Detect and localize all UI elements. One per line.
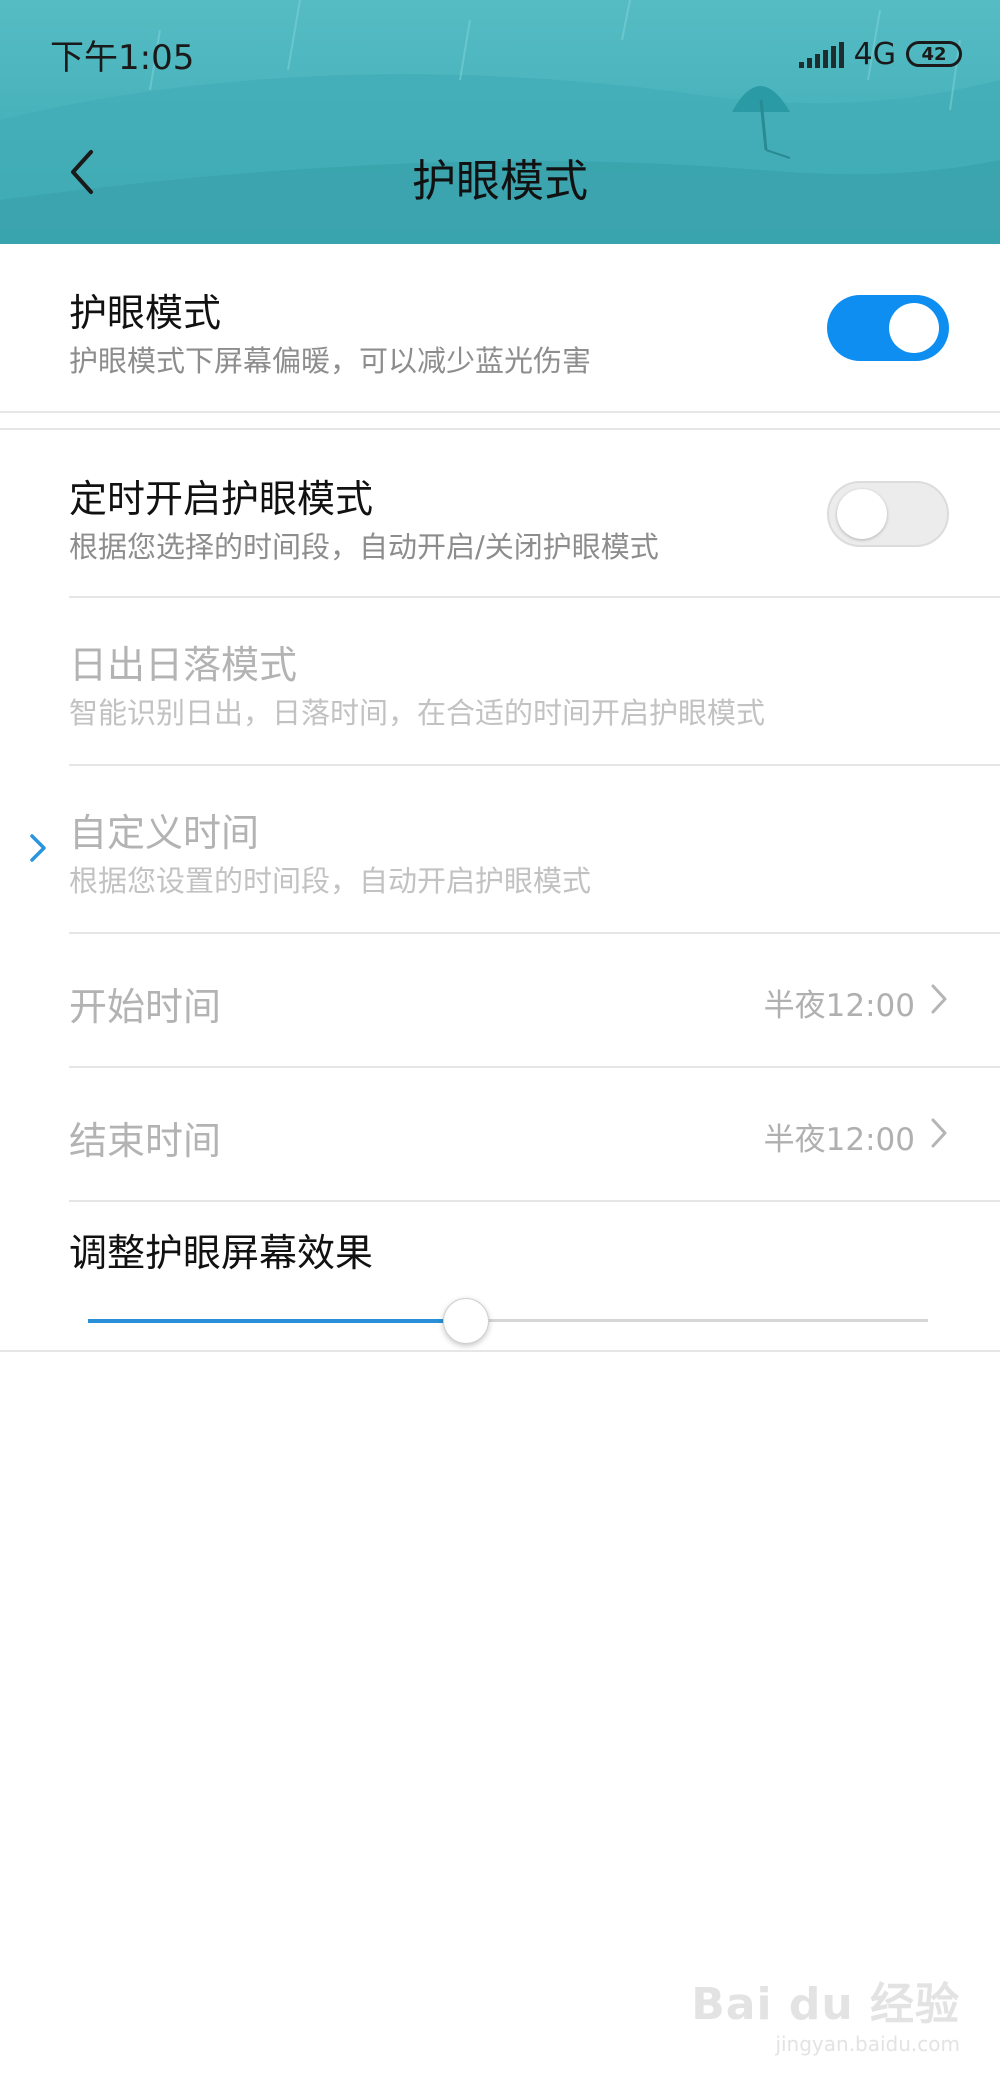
schedule-row[interactable]: 定时开启护眼模式 根据您选择的时间段，自动开启/关闭护眼模式 (0, 430, 1000, 596)
end-time-value: 半夜12:00 (763, 1122, 915, 1158)
start-time-value: 半夜12:00 (763, 988, 915, 1024)
effect-label: 调整护眼屏幕效果 (69, 1231, 374, 1275)
chevron-right-icon (931, 1118, 947, 1148)
custom-time-row[interactable]: 自定义时间 根据您设置的时间段，自动开启护眼模式 (0, 766, 1000, 932)
battery-level: 42 (921, 43, 947, 65)
page-title: 护眼模式 (412, 156, 588, 207)
end-time-row[interactable]: 结束时间 半夜12:00 (0, 1068, 1000, 1200)
sunrise-sunset-row[interactable]: 日出日落模式 智能识别日出，日落时间，在合适的时间开启护眼模式 (0, 598, 1000, 764)
schedule-title: 定时开启护眼模式 (69, 477, 374, 521)
eye-mode-row[interactable]: 护眼模式 护眼模式下屏幕偏暖，可以减少蓝光伤害 (0, 244, 1000, 412)
divider (0, 411, 1000, 413)
eye-mode-title: 护眼模式 (69, 291, 222, 335)
watermark: Bai du 经验 jingyan.baidu.com (691, 1968, 960, 2056)
watermark-brand: Bai du 经验 (691, 1979, 960, 2030)
watermark-url: jingyan.baidu.com (775, 2032, 960, 2056)
network-type: 4G (853, 36, 896, 72)
slider-thumb[interactable] (443, 1298, 489, 1344)
effect-row: 调整护眼屏幕效果 (0, 1202, 1000, 1352)
signal-icon (798, 40, 844, 68)
start-time-label: 开始时间 (69, 985, 222, 1029)
schedule-toggle[interactable] (827, 481, 949, 547)
sunrise-sunset-title: 日出日落模式 (69, 643, 298, 687)
sunrise-sunset-subtitle: 智能识别日出，日落时间，在合适的时间开启护眼模式 (69, 696, 766, 730)
custom-time-title: 自定义时间 (69, 811, 260, 855)
toggle-knob (889, 303, 939, 353)
effect-slider[interactable] (88, 1298, 928, 1344)
eye-mode-toggle[interactable] (827, 295, 949, 361)
custom-time-subtitle: 根据您设置的时间段，自动开启护眼模式 (69, 864, 592, 898)
status-icons: 4G 42 (798, 34, 962, 74)
start-time-row[interactable]: 开始时间 半夜12:00 (0, 934, 1000, 1066)
slider-track-filled (88, 1319, 466, 1323)
header-bar: 下午1:05 4G 42 护眼模式 (0, 0, 1000, 244)
end-time-label: 结束时间 (69, 1119, 222, 1163)
battery-icon: 42 (906, 41, 962, 67)
toggle-knob (837, 489, 887, 539)
chevron-right-icon (30, 834, 46, 862)
divider (0, 1350, 1000, 1352)
status-time: 下午1:05 (50, 38, 195, 78)
eye-mode-subtitle: 护眼模式下屏幕偏暖，可以减少蓝光伤害 (69, 344, 592, 378)
schedule-subtitle: 根据您选择的时间段，自动开启/关闭护眼模式 (69, 530, 659, 564)
slider-track (466, 1319, 928, 1322)
chevron-right-icon (931, 984, 947, 1014)
